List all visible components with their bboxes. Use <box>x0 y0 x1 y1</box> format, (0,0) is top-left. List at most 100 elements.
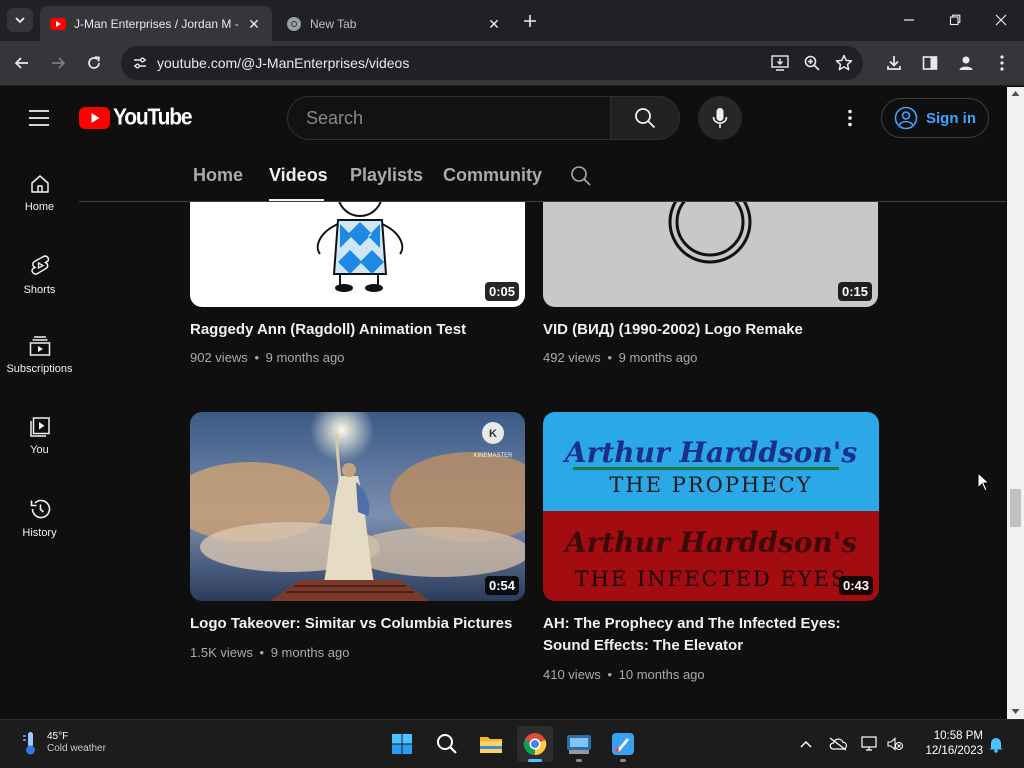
profile-button[interactable] <box>952 49 980 77</box>
zoom-icon[interactable] <box>804 55 820 71</box>
sidebar-item-label: You <box>30 444 49 456</box>
channel-search-button[interactable] <box>570 165 592 187</box>
mouse-cursor-icon <box>977 472 991 492</box>
youtube-logo[interactable]: YouTube <box>79 105 193 130</box>
sidebar-item-shorts[interactable]: Shorts <box>0 230 79 304</box>
install-app-icon[interactable] <box>771 55 789 71</box>
bookmark-star-icon[interactable] <box>835 54 853 72</box>
new-tab-button[interactable] <box>518 9 542 33</box>
video-grid: 0:05 Raggedy Ann (Ragdoll) Animation Tes… <box>79 202 1007 719</box>
kinemaster-watermark: KINEMASTER <box>473 453 513 459</box>
video-thumbnail[interactable]: Arthur Harddson's THE PROPHECY Arthur Ha… <box>543 412 879 601</box>
page-scrollbar[interactable] <box>1007 87 1024 719</box>
account-circle-icon <box>894 106 918 130</box>
more-vertical-icon <box>1000 55 1004 71</box>
chrome-menu-button[interactable] <box>988 49 1016 77</box>
video-metadata: 492 views • 9 months ago <box>543 350 697 365</box>
subscriptions-icon <box>29 336 50 356</box>
youtube-header: YouTube Sign in <box>0 87 1007 149</box>
minimize-button[interactable] <box>886 0 932 40</box>
weather-widget[interactable]: 45°F Cold weather <box>20 730 106 756</box>
scroll-down-arrow-icon[interactable] <box>1011 708 1020 715</box>
video-thumbnail[interactable]: 0:05 <box>190 202 525 307</box>
active-app-indicator <box>528 759 542 762</box>
meta-separator: • <box>607 350 612 365</box>
bell-icon <box>989 738 1003 753</box>
tab-close-icon[interactable]: ✕ <box>246 16 262 32</box>
you-icon <box>29 417 50 437</box>
upload-age: 9 months ago <box>265 350 345 365</box>
voice-search-button[interactable] <box>698 96 742 140</box>
running-app-indicator <box>620 759 626 762</box>
upload-age: 9 months ago <box>618 350 698 365</box>
svg-text:K: K <box>489 428 497 440</box>
tab-playlists[interactable]: Playlists <box>350 165 423 186</box>
meta-separator: • <box>254 350 259 365</box>
downloads-button[interactable] <box>880 49 908 77</box>
reload-button[interactable] <box>80 49 108 77</box>
scrollbar-thumb[interactable] <box>1010 489 1021 527</box>
file-explorer-button[interactable] <box>473 726 509 762</box>
onedrive-tray-button[interactable] <box>828 734 848 754</box>
back-button[interactable] <box>8 49 36 77</box>
forward-button[interactable] <box>44 49 72 77</box>
video-title[interactable]: VID (ВИД) (1990-2002) Logo Remake <box>543 319 883 341</box>
ragdoll-thumbnail-image <box>316 202 404 292</box>
chrome-taskbar-button[interactable] <box>517 726 553 762</box>
video-thumbnail[interactable]: 0:15 <box>543 202 878 307</box>
clock-time: 10:58 PM <box>933 730 983 742</box>
sidebar-item-label: Shorts <box>23 284 56 296</box>
search-button[interactable] <box>610 96 680 140</box>
clock-date: 12/16/2023 <box>925 745 983 757</box>
start-button[interactable] <box>384 726 420 762</box>
history-icon <box>30 499 50 519</box>
sidebar-item-subscriptions[interactable]: Subscriptions <box>0 311 79 385</box>
video-title[interactable]: AH: The Prophecy and The Infected Eyes: … <box>543 613 883 657</box>
close-window-button[interactable] <box>978 0 1024 40</box>
restore-button[interactable] <box>932 0 978 40</box>
paint-app-taskbar-button[interactable] <box>605 726 641 762</box>
duration-badge: 0:54 <box>484 576 519 595</box>
active-tab-underline <box>269 199 324 201</box>
tab-search-button[interactable] <box>7 8 33 32</box>
tab-videos[interactable]: Videos <box>269 165 328 186</box>
search-icon <box>571 166 591 186</box>
video-title[interactable]: Logo Takeover: Simitar vs Columbia Pictu… <box>190 613 530 635</box>
sidebar-item-label: Subscriptions <box>6 363 73 375</box>
sidebar-item-label: History <box>22 527 57 539</box>
app-taskbar-button[interactable] <box>561 726 597 762</box>
tab-community[interactable]: Community <box>443 165 542 186</box>
video-thumbnail[interactable]: K KINEMASTER 0:54 <box>190 412 525 601</box>
browser-tab-new-tab[interactable]: New Tab ✕ <box>276 6 512 41</box>
browser-tab-youtube[interactable]: J-Man Enterprises / Jordan M - ✕ <box>40 6 272 41</box>
windows-logo-icon <box>392 734 412 754</box>
sidebar-item-you[interactable]: You <box>0 392 79 466</box>
volume-tray-button[interactable] <box>885 734 905 754</box>
sign-in-label: Sign in <box>926 109 976 127</box>
search-input[interactable] <box>306 97 596 139</box>
address-bar[interactable]: youtube.com/@J-ManEnterprises/videos <box>121 46 863 80</box>
tab-home[interactable]: Home <box>193 165 243 186</box>
notifications-button[interactable] <box>986 734 1006 754</box>
chevron-down-icon <box>15 17 25 24</box>
sidebar-item-home[interactable]: Home <box>0 149 79 223</box>
video-title[interactable]: Raggedy Ann (Ragdoll) Animation Test <box>190 319 530 341</box>
side-panel-button[interactable] <box>916 49 944 77</box>
show-hidden-icons-button[interactable] <box>796 734 816 754</box>
site-settings-icon[interactable] <box>133 56 147 70</box>
taskbar-search-button[interactable] <box>429 726 465 762</box>
guide-menu-button[interactable] <box>24 106 54 130</box>
profile-icon <box>959 56 973 70</box>
sidebar-item-label: Home <box>24 201 55 213</box>
scroll-up-arrow-icon[interactable] <box>1011 90 1020 97</box>
sidebar-item-history[interactable]: History <box>0 473 79 547</box>
tab-close-icon[interactable]: ✕ <box>486 16 502 32</box>
minimize-icon <box>904 19 914 21</box>
cloud-offline-icon <box>829 737 847 751</box>
settings-more-button[interactable] <box>836 106 864 130</box>
sign-in-button[interactable]: Sign in <box>881 98 989 138</box>
tab-title: J-Man Enterprises / Jordan M - <box>74 16 239 31</box>
url-text[interactable]: youtube.com/@J-ManEnterprises/videos <box>157 46 409 80</box>
network-tray-button[interactable] <box>860 734 880 754</box>
clock[interactable]: 10:58 PM 12/16/2023 <box>913 729 983 759</box>
